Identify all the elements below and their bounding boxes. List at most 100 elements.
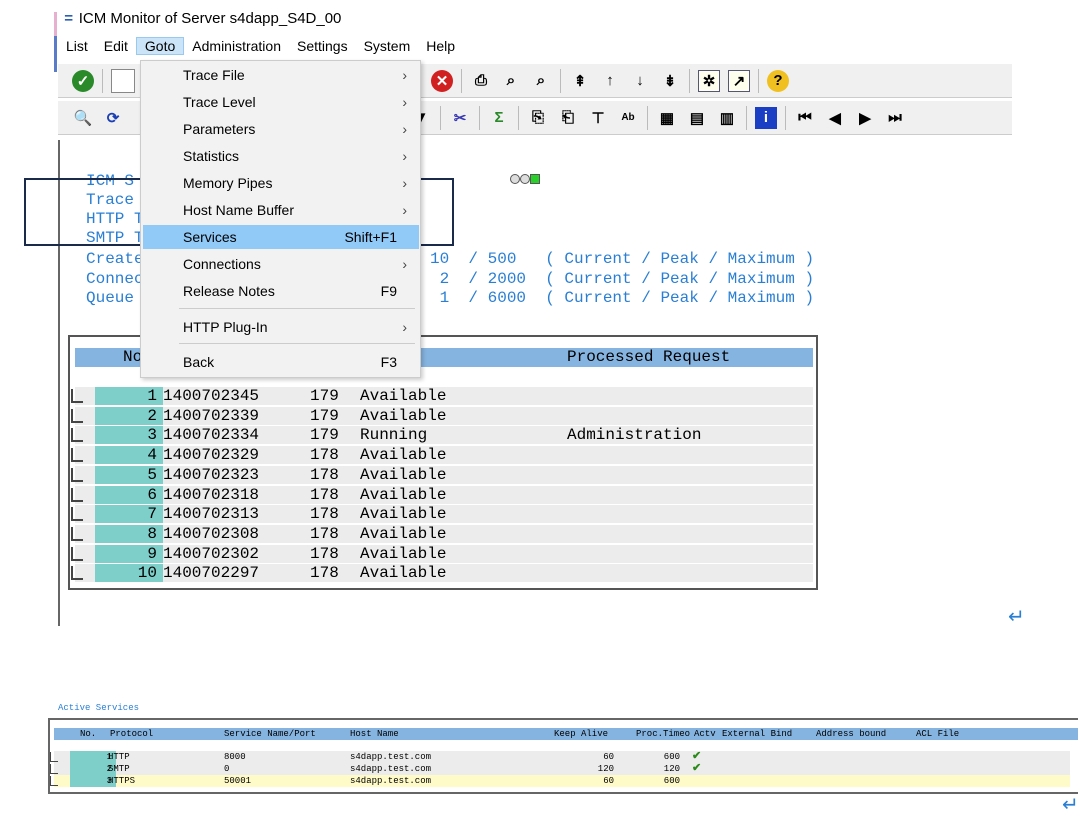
row-number: 1 [95, 387, 163, 405]
row-checkbox[interactable] [50, 776, 58, 786]
row-checkbox[interactable] [71, 526, 83, 541]
row-checkbox[interactable] [71, 566, 83, 581]
row-checkbox[interactable] [71, 467, 83, 482]
services-header: No. Protocol Service Name/Port Host Name Kee… [54, 728, 1078, 740]
menu-item-label: Trace Level [183, 94, 256, 110]
table-row[interactable]: 5 1400702323 178 Available [71, 465, 813, 484]
table-row[interactable]: 8 1400702308 178 Available [71, 524, 813, 543]
menu-item-trace-file[interactable]: Trace File › [143, 63, 419, 87]
new-session-icon[interactable]: ✲ [698, 69, 720, 92]
menu-bar: List Edit Goto Administration Settings System… [58, 36, 463, 56]
scissors-icon[interactable]: ✂ [449, 107, 471, 129]
pid: 178 [310, 465, 339, 484]
last-page-icon[interactable]: ⇟ [659, 70, 681, 92]
table-row[interactable]: 10 1400702297 178 Available [71, 564, 813, 583]
menu-item-label: Back [183, 354, 215, 370]
row-checkbox[interactable] [71, 428, 83, 443]
menu-item-label: Memory Pipes [183, 175, 273, 191]
menu-goto[interactable]: Goto [135, 37, 185, 55]
thread-id: 1400702313 [163, 505, 260, 524]
next-page-icon[interactable]: ↓ [629, 70, 651, 92]
previous-icon[interactable]: ◀ [824, 107, 846, 129]
find-next-icon[interactable]: ⌕ [530, 70, 552, 92]
row-number: 7 [95, 505, 163, 524]
separator [518, 105, 519, 130]
separator [102, 68, 103, 93]
export-icon[interactable]: ⎘ [527, 107, 549, 129]
refresh-icon[interactable]: ⟳ [102, 107, 124, 129]
table-row[interactable]: 3 1400702334 179 Running Administration [71, 426, 813, 445]
abc-icon[interactable]: Ab [617, 107, 639, 129]
find-icon[interactable]: ⌕ [500, 70, 522, 92]
menu-item-parameters[interactable]: Parameters › [143, 117, 419, 141]
thread-id: 1400702308 [163, 524, 260, 543]
row-checkbox[interactable] [50, 752, 58, 762]
services-row[interactable]: 1 HTTP 8000 s4dapp.test.com 60 600 ✔ [50, 751, 1070, 763]
cancel-icon[interactable]: ✕ [431, 69, 453, 92]
local-file-icon[interactable]: ⎗ [557, 107, 579, 129]
table-row[interactable]: 4 1400702329 178 Available [71, 446, 813, 465]
print-preview-icon[interactable]: ⊤ [587, 107, 609, 129]
first-page-icon[interactable]: ⇞ [569, 70, 591, 92]
menu-item-services[interactable]: Services Shift+F1 [143, 225, 419, 249]
row-checkbox[interactable] [71, 408, 83, 423]
proc-timeout: 600 [663, 752, 680, 762]
menu-administration[interactable]: Administration [184, 38, 289, 54]
menu-help[interactable]: Help [418, 38, 463, 54]
protocol: HTTPS [108, 776, 136, 786]
menu-item-http-plug-in[interactable]: HTTP Plug-In › [143, 315, 419, 339]
row-checkbox[interactable] [71, 448, 83, 463]
info-line: Create [86, 250, 144, 268]
print-icon[interactable]: ⎙ [470, 70, 492, 92]
previous-page-icon[interactable]: ↑ [599, 70, 621, 92]
pid: 178 [310, 485, 339, 504]
services-col-header: Keep Alive [554, 729, 609, 739]
next-icon[interactable]: ▶ [854, 107, 876, 129]
menu-item-release-notes[interactable]: Release Notes F9 [143, 279, 419, 303]
thread-status: Running [360, 426, 428, 445]
services-row[interactable]: 3 HTTPS 50001 s4dapp.test.com 60 600 [50, 775, 1070, 787]
pid: 178 [310, 544, 339, 563]
row-checkbox[interactable] [71, 546, 83, 561]
menu-list[interactable]: List [58, 38, 96, 54]
table-row[interactable]: 2 1400702339 179 Available [71, 406, 813, 425]
separator [689, 68, 690, 93]
help-icon[interactable]: ? [767, 69, 789, 92]
row-checkbox[interactable] [50, 764, 58, 774]
info-icon[interactable]: i [755, 106, 777, 129]
menu-item-label: Services [183, 229, 237, 245]
command-field[interactable] [111, 68, 135, 93]
menu-item-back[interactable]: Back F3 [143, 350, 419, 374]
thread-id: 1400702334 [163, 426, 260, 445]
row-checkbox[interactable] [71, 507, 83, 522]
last-icon[interactable]: ⏭ [884, 107, 906, 129]
table-row[interactable]: 9 1400702302 178 Available [71, 544, 813, 563]
menu-edit[interactable]: Edit [96, 38, 136, 54]
table-row[interactable]: 7 1400702313 178 Available [71, 505, 813, 524]
menu-item-statistics[interactable]: Statistics › [143, 144, 419, 168]
first-icon[interactable]: ⏮ [794, 107, 816, 129]
save-layout-icon[interactable]: ▥ [716, 107, 738, 129]
menu-settings[interactable]: Settings [289, 38, 356, 54]
menu-item-trace-level[interactable]: Trace Level › [143, 90, 419, 114]
table-row[interactable]: 6 1400702318 178 Available [71, 485, 813, 504]
separator [758, 68, 759, 93]
row-number: 10 [95, 564, 163, 583]
separator [647, 105, 648, 130]
row-checkbox[interactable] [71, 487, 83, 502]
sum-icon[interactable]: Σ [488, 107, 510, 129]
enter-icon[interactable]: ✓ [72, 69, 94, 92]
services-row[interactable]: 2 SMTP 0 s4dapp.test.com 120 120 ✔ [50, 763, 1070, 775]
table-row[interactable]: 1 1400702345 179 Available [71, 387, 813, 405]
menu-item-memory-pipes[interactable]: Memory Pipes › [143, 171, 419, 195]
window-accent [54, 12, 57, 72]
row-checkbox[interactable] [71, 389, 83, 403]
menu-system[interactable]: System [356, 38, 419, 54]
select-layout-icon[interactable]: ▤ [686, 107, 708, 129]
thread-id: 1400702345 [163, 387, 260, 405]
layout-icon[interactable]: ▦ [656, 107, 678, 129]
zoom-icon[interactable]: 🔍 [72, 107, 94, 129]
menu-item-connections[interactable]: Connections › [143, 252, 419, 276]
menu-item-host-name-buffer[interactable]: Host Name Buffer › [143, 198, 419, 222]
shortcut-icon[interactable]: ↗ [728, 69, 750, 92]
